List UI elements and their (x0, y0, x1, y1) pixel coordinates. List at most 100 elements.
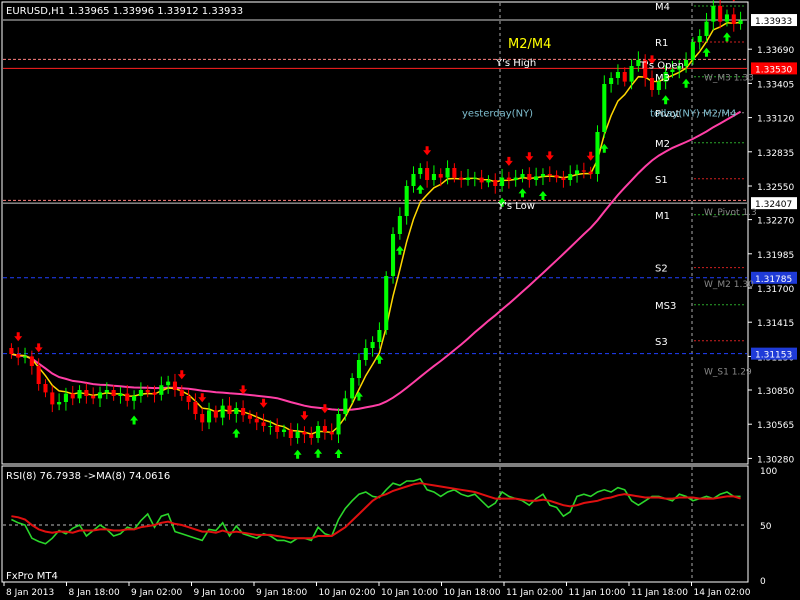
candle-body (193, 402, 198, 414)
candle-body (506, 177, 511, 180)
rsi-label: RSI(8) 76.7938 ->MA(8) 74.0616 (6, 471, 170, 482)
price-tag-label: 1.32407 (755, 200, 792, 210)
broker-label: FxPro MT4 (6, 571, 58, 582)
candle-body (179, 390, 184, 396)
candle-body (322, 426, 327, 432)
candle-body (302, 432, 307, 435)
pivot-level-label: S2 (655, 264, 668, 275)
candle-body (268, 426, 273, 427)
price-tick-label: 1.33405 (757, 80, 794, 90)
candle-body (295, 432, 300, 438)
chart-annotation: Y's Low (497, 201, 535, 212)
candle-body (527, 174, 532, 180)
candle-body (445, 168, 450, 178)
candle-body (138, 390, 143, 396)
candle-body (534, 176, 539, 180)
candle-body (684, 60, 689, 66)
candle-body (390, 234, 396, 276)
chart-annotation: M2/M4 (508, 37, 551, 52)
candle-body (145, 390, 150, 393)
candle-body (649, 78, 655, 90)
candle-body (234, 408, 239, 414)
candle-body (220, 405, 225, 418)
price-tick-label: 1.32550 (757, 183, 794, 193)
candle-body (452, 168, 457, 178)
rsi-axis-tick: 0 (760, 577, 766, 587)
candle-body (425, 168, 430, 180)
candle-body (602, 84, 607, 132)
candle-body (159, 385, 164, 395)
candle-body (104, 390, 109, 393)
candle-body (363, 348, 368, 360)
candle-body (254, 418, 259, 423)
pivot-level-label: M2 (655, 139, 670, 150)
candle-body (411, 174, 416, 186)
candle-body (309, 434, 314, 438)
candle-body (588, 171, 593, 174)
candle-body (609, 78, 614, 84)
rsi-axis-tick: 50 (760, 522, 772, 532)
price-tick-label: 1.32270 (757, 217, 794, 227)
candle-body (472, 177, 477, 179)
candle-body (697, 36, 702, 42)
price-chart[interactable]: 100 50 0 1.33690 1.33405 1.33120 1.32835 1.3255… (0, 0, 800, 600)
candle-body (350, 378, 355, 399)
pivot-level-label: M3 (655, 73, 670, 84)
time-tick-label: 10 Jan 10:00 (381, 588, 438, 598)
candle-body (370, 342, 375, 348)
candle-body (172, 381, 178, 390)
chart-annotation: T's Open (639, 60, 684, 71)
price-tick-label: 1.32835 (757, 149, 794, 159)
price-tick-label: 1.30565 (757, 421, 794, 431)
candle-body (227, 405, 232, 414)
candle-body (50, 392, 55, 405)
pivot-level-label: M4 (655, 2, 670, 13)
candle-body (356, 360, 362, 378)
time-tick-label: 8 Jan 18:00 (69, 588, 121, 598)
price-tick-label: 1.33690 (757, 46, 794, 56)
price-tag-label: 1.31153 (755, 351, 792, 361)
price-tick-label: 1.30850 (757, 387, 794, 397)
candle-body (57, 402, 62, 405)
rsi-axis-tick: 100 (760, 467, 777, 477)
time-tick-label: 10 Jan 18:00 (444, 588, 501, 598)
candle-body (186, 396, 191, 402)
price-tag-label: 1.31785 (755, 275, 792, 285)
candle-body (281, 429, 287, 432)
candle-body (70, 393, 75, 399)
chart-annotation: Y's High (495, 58, 536, 69)
candle-body (200, 414, 205, 423)
candle-body (404, 186, 409, 216)
candle-body (206, 410, 212, 423)
chart-annotation: W_S1 1.29 (704, 367, 752, 377)
candle-body (91, 396, 96, 399)
candle-body (595, 132, 600, 174)
candle-body (63, 393, 68, 402)
candle-body (629, 66, 634, 82)
chart-annotation: W_M2 1.30 (704, 280, 754, 290)
pivot-level-label: M1 (655, 211, 670, 222)
candle-body (343, 398, 348, 414)
price-tick-label: 1.31700 (757, 285, 794, 295)
candle-body (377, 330, 382, 342)
chart-annotation: yesterday(NY) (462, 108, 533, 119)
candle-body (704, 21, 709, 36)
price-tag-label: 1.33530 (755, 65, 792, 75)
candle-body (316, 426, 321, 438)
time-tick-label: 9 Jan 02:00 (131, 588, 183, 598)
pivot-level-label: S3 (655, 337, 668, 348)
chart-header: EURUSD,H1 1.33965 1.33996 1.33912 1.3393… (6, 6, 243, 17)
candle-body (22, 356, 28, 358)
pivot-level-label: R1 (655, 38, 668, 49)
chart-annotation: today(NY) M2/M4 (650, 108, 736, 119)
chart-annotation: W_Pivot 1.3 (704, 208, 757, 218)
candle-body (16, 354, 21, 358)
candle-body (465, 177, 471, 180)
time-tick-label: 11 Jan 10:00 (569, 588, 626, 598)
candle-body (718, 6, 723, 22)
candle-body (479, 177, 484, 183)
price-tag-label: 1.33933 (755, 17, 792, 27)
price-tick-label: 1.30280 (757, 455, 794, 465)
candle-body (561, 177, 566, 180)
candle-body (493, 180, 498, 186)
